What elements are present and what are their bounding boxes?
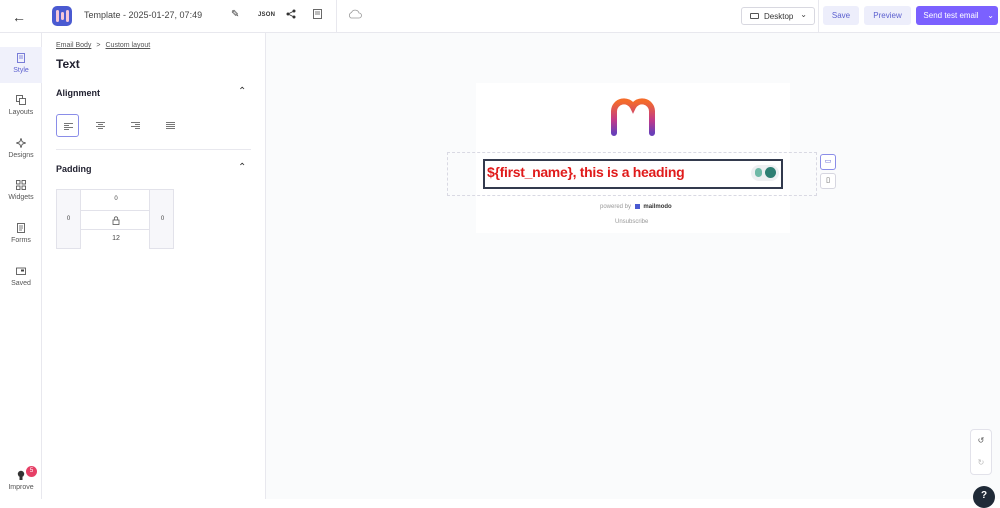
toolbar-divider: [336, 0, 337, 33]
cloud-sync-icon: [348, 9, 362, 22]
breadcrumb-email-body[interactable]: Email Body: [56, 42, 91, 49]
notification-badge: 5: [26, 466, 37, 477]
chevron-down-icon: ⌄: [800, 10, 807, 19]
bulb-icon: [755, 168, 762, 177]
section-divider: [56, 149, 251, 150]
powered-brand: mailmodo: [643, 204, 672, 211]
grammar-tools[interactable]: [751, 165, 779, 181]
desktop-view-button[interactable]: ▭: [820, 154, 836, 170]
designs-icon: [16, 138, 26, 148]
rail-label: Forms: [11, 237, 31, 244]
style-icon: [17, 53, 25, 63]
chevron-up-icon[interactable]: ⌃: [238, 86, 246, 97]
rail-label: Saved: [11, 280, 31, 287]
email-canvas: ${first_name}, this is a heading ▭ ▯ pow…: [266, 33, 1000, 499]
rail-item-saved[interactable]: Saved: [0, 262, 42, 298]
improve-button[interactable]: 5 Improve: [0, 466, 42, 491]
template-title[interactable]: Template - 2025-01-27, 07:49: [84, 10, 202, 20]
align-center-button[interactable]: [89, 114, 112, 137]
spellcheck-icon: [765, 167, 776, 178]
powered-by: powered by mailmodo: [600, 204, 672, 210]
save-button[interactable]: Save: [823, 6, 859, 25]
align-center-icon: [96, 122, 105, 129]
help-button[interactable]: ?: [973, 486, 995, 508]
padding-right-value[interactable]: 0: [151, 216, 174, 222]
history-controls: ↺ ↻: [970, 429, 992, 475]
heading-block[interactable]: ${first_name}, this is a heading: [483, 159, 783, 189]
breadcrumb: Email Body > Custom layout: [56, 42, 150, 49]
send-test-email-label: Send test email: [923, 11, 979, 20]
padding-section-title[interactable]: Padding: [56, 164, 92, 174]
heading-text[interactable]: ${first_name}, this is a heading: [487, 164, 685, 180]
undo-icon[interactable]: ↺: [971, 430, 991, 452]
lock-icon: [112, 216, 120, 225]
left-rail: Style Layouts Designs Widgets Forms Save…: [0, 33, 42, 499]
redo-icon[interactable]: ↻: [971, 452, 991, 474]
powered-by-text: powered by: [600, 204, 632, 211]
document-icon[interactable]: [313, 9, 322, 22]
padding-bottom-value[interactable]: 12: [81, 235, 151, 242]
json-button[interactable]: JSON: [258, 12, 275, 18]
device-select[interactable]: Desktop ⌄: [741, 7, 815, 25]
rail-label: Layouts: [8, 109, 34, 116]
rail-label: Style: [13, 67, 29, 74]
send-test-email-button[interactable]: Send test email ⌄: [916, 6, 998, 25]
mobile-view-button[interactable]: ▯: [820, 173, 836, 189]
rail-item-designs[interactable]: Designs: [0, 134, 42, 170]
style-panel: Email Body > Custom layout Text Alignment …: [42, 33, 266, 499]
alignment-section-title[interactable]: Alignment: [56, 88, 100, 98]
align-justify-button[interactable]: [159, 114, 182, 137]
align-left-icon: [64, 123, 73, 130]
breadcrumb-separator: >: [96, 42, 101, 49]
edit-pencil-icon[interactable]: ✎: [231, 9, 239, 20]
layouts-icon: [16, 95, 26, 105]
align-right-icon: [131, 122, 140, 129]
breadcrumb-custom-layout[interactable]: Custom layout: [106, 42, 151, 49]
rail-item-layouts[interactable]: Layouts: [0, 91, 42, 127]
rail-item-style[interactable]: Style: [0, 47, 42, 83]
rail-item-widgets[interactable]: Widgets: [0, 176, 42, 212]
share-icon[interactable]: [286, 9, 296, 22]
panel-title: Text: [56, 57, 80, 71]
device-label: Desktop: [764, 12, 794, 21]
chevron-up-icon[interactable]: ⌃: [238, 162, 246, 173]
app-logo: [52, 6, 72, 26]
forms-icon: [17, 223, 25, 233]
brand-logo-icon: [611, 98, 655, 136]
rail-item-forms[interactable]: Forms: [0, 219, 42, 255]
lightbulb-icon: [17, 470, 25, 480]
align-justify-icon: [166, 122, 175, 129]
padding-top-value[interactable]: 0: [81, 196, 151, 202]
padding-top-cell[interactable]: 0: [80, 190, 150, 210]
rail-label: Designs: [8, 152, 34, 159]
align-right-button[interactable]: [124, 114, 147, 137]
preview-button[interactable]: Preview: [864, 6, 911, 25]
back-arrow-icon[interactable]: ←: [10, 8, 28, 26]
chevron-down-icon[interactable]: ⌄: [987, 6, 994, 25]
monitor-icon: [750, 13, 759, 19]
unsubscribe-link[interactable]: Unsubscribe: [615, 219, 648, 225]
improve-label: Improve: [8, 484, 34, 491]
rail-label: Widgets: [8, 194, 34, 201]
align-left-button[interactable]: [56, 114, 79, 137]
mailmodo-logo-icon: [634, 204, 640, 209]
toolbar-divider: [818, 0, 819, 33]
padding-grid: 0 0 0 12: [56, 189, 174, 249]
saved-icon: [16, 267, 26, 275]
widgets-icon: [16, 180, 26, 190]
top-bar: ← Template - 2025-01-27, 07:49 ✎ JSON De…: [0, 0, 1000, 33]
padding-bottom-cell[interactable]: 12: [80, 230, 150, 249]
padding-lock[interactable]: [80, 210, 150, 230]
padding-left-value[interactable]: 0: [57, 216, 80, 222]
